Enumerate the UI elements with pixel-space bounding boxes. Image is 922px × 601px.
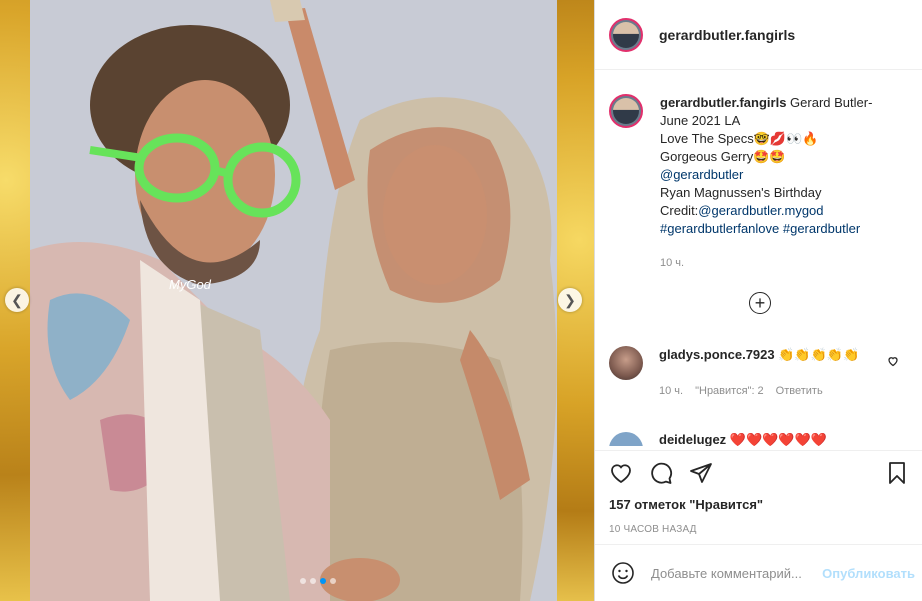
publish-button[interactable]: Опубликовать [822,566,915,581]
next-photo-button[interactable]: ❯ [558,288,582,312]
post-actions: 157 отметок "Нравится" 10 ЧАСОВ НАЗАД [595,450,922,535]
chevron-left-icon: ❮ [11,291,23,308]
post-header: gerardbutler.fangirls [595,0,922,70]
carousel-dot [300,578,306,584]
hashtags[interactable]: #gerardbutlerfanlove #gerardbutler [660,221,860,236]
prev-photo-button[interactable]: ❮ [5,288,29,312]
share-icon[interactable] [689,461,713,485]
commenter-username[interactable]: deidelugez ❤️❤️❤️❤️❤️❤️ [659,432,827,446]
add-comment-bar: Добавьте комментарий... Опубликовать [595,544,922,601]
caption-line2: June 2021 LA [660,113,741,128]
credit-label: Credit: [660,203,699,218]
chevron-right-icon: ❯ [564,291,576,308]
comment-item: deidelugez ❤️❤️❤️❤️❤️❤️ [609,432,909,446]
mention-link[interactable]: @gerardbutler [660,167,743,182]
comment-item: gladys.ponce.7923 👏👏👏👏👏 10 ч. "Нравится"… [609,346,909,400]
comment-likes[interactable]: "Нравится": 2 [695,382,764,400]
carousel-dot [310,578,316,584]
heart-icon [888,357,898,367]
bookmark-icon[interactable] [885,461,909,485]
photo-watermark: MyGod [169,277,211,292]
comment-icon[interactable] [649,461,673,485]
plus-circle-icon: + [754,293,766,313]
credit-link[interactable]: @gerardbutler.mygod [698,203,823,218]
caption-line5: Ryan Magnussen's Birthday [660,185,822,200]
likes-count[interactable]: 157 отметок "Нравится" [609,497,909,512]
caption-username[interactable]: gerardbutler.fangirls [660,95,786,110]
caption-avatar[interactable] [609,94,643,128]
post-caption: gerardbutler.fangirls Gerard Butler- Jun… [609,94,900,272]
carousel-dot [330,578,336,584]
caption-line1: Gerard Butler- [790,95,873,110]
carousel-dot-active [320,578,326,584]
heart-icon[interactable] [609,461,633,485]
smiley-icon[interactable] [611,561,635,585]
commenter-username[interactable]: gladys.ponce.7923 [659,347,775,362]
comment-text: 👏👏👏👏👏 [778,347,860,362]
commenter-avatar[interactable] [609,432,643,446]
comment-input[interactable]: Добавьте комментарий... [651,566,821,581]
author-avatar[interactable] [609,17,643,52]
commenter-avatar[interactable] [609,346,643,380]
posted-time[interactable]: 10 ЧАСОВ НАЗАД [609,524,909,535]
author-username[interactable]: gerardbutler.fangirls [659,27,795,43]
photo-illustration [30,0,557,601]
post-photo[interactable]: MyGod [30,0,557,601]
caption-line3: Love The Specs🤓💋👀🔥 [660,131,819,146]
carousel-indicator [300,578,336,584]
comment-time[interactable]: 10 ч. [659,382,683,400]
load-more-comments-button[interactable]: + [749,292,771,314]
instagram-post-viewer: MyGod ❮ ❯ gerardbutler.fangirls gerardbu… [0,0,922,601]
caption-time[interactable]: 10 ч. [660,254,900,272]
comment-like-button[interactable] [887,355,899,370]
post-side-panel: gerardbutler.fangirls gerardbutler.fangi… [594,0,922,601]
caption-line4: Gorgeous Gerry🤩🤩 [660,149,786,164]
reply-button[interactable]: Ответить [776,382,823,400]
